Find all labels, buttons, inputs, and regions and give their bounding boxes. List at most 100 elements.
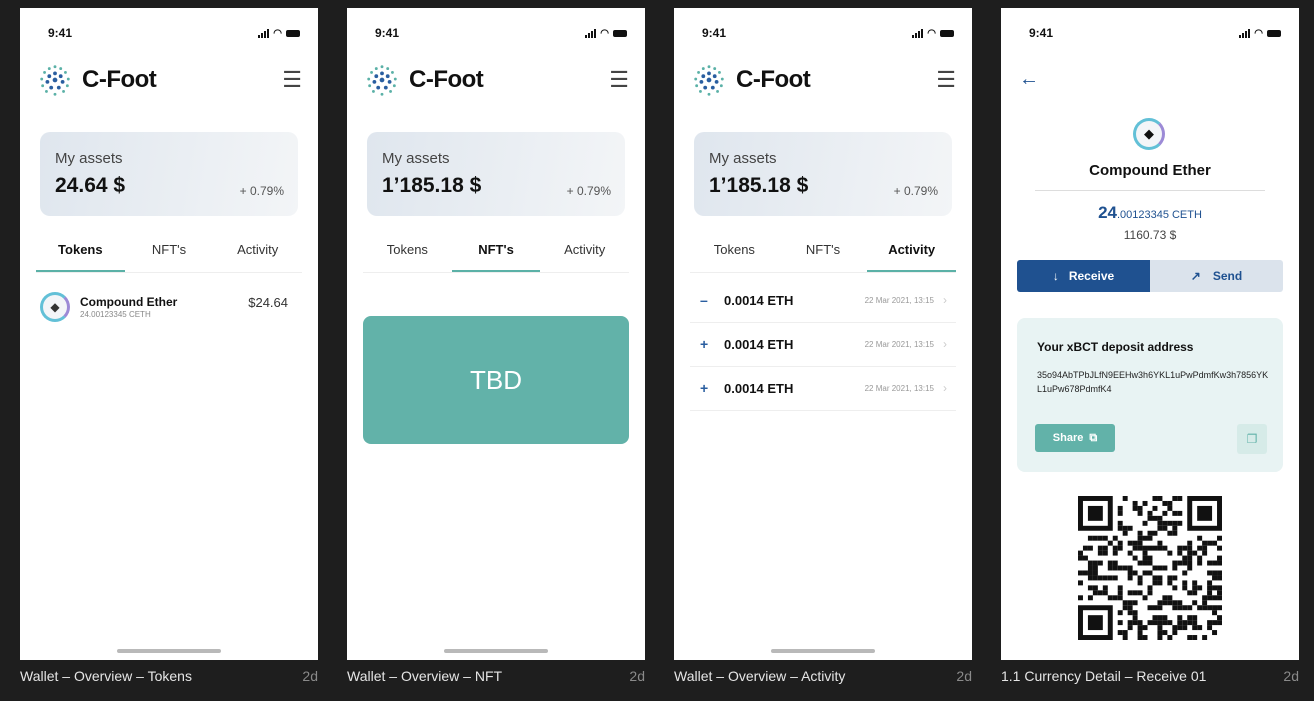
app-header: C-Foot ☰ [690, 60, 956, 100]
battery-icon [286, 29, 300, 37]
activity-date: 22 Mar 2021, 13:15 [864, 339, 934, 349]
deposit-card: Your xBCT deposit address 35o94AbTPbJLfN… [1017, 318, 1283, 472]
coin-balance: 24.00123345 CETH [1001, 203, 1299, 223]
frame-caption: 1.1 Currency Detail – Receive 01 2d [1001, 668, 1299, 684]
qr-code [1078, 496, 1222, 640]
assets-label: My assets [382, 150, 450, 167]
battery-icon [613, 29, 627, 37]
tab-tokens[interactable]: Tokens [36, 242, 125, 272]
activity-row[interactable]: – 0.0014 ETH 22 Mar 2021, 13:15 › [690, 278, 956, 323]
signal-icon [258, 28, 270, 38]
arrow-down-icon: ↓ [1052, 269, 1059, 283]
frame-caption: Wallet – Overview – Tokens 2d [20, 668, 318, 684]
app-header: C-Foot ☰ [36, 60, 302, 100]
phone-frame: 9:41 ◠ ← ◆ Compound Ether 24.00123345 CET… [1001, 8, 1299, 660]
assets-change: + 0.79% [566, 184, 611, 198]
tab-tokens[interactable]: Tokens [363, 242, 452, 272]
token-balance: 24.00123345 CETH [80, 310, 151, 319]
signal-icon [912, 28, 924, 38]
assets-card: My assets 1’185.18 $ + 0.79% [367, 132, 625, 216]
brand-logo: C-Foot [690, 61, 811, 99]
balance-integer: 24 [1098, 203, 1117, 222]
frame-title: Wallet – Overview – Activity [674, 668, 846, 684]
token-name: Compound Ether [80, 295, 178, 309]
external-link-icon: ⧉ [1089, 431, 1098, 444]
assets-change: + 0.79% [239, 184, 284, 198]
token-row[interactable]: ◆ Compound Ether 24.00123345 CETH $24.64 [40, 290, 298, 326]
activity-date: 22 Mar 2021, 13:15 [864, 295, 934, 305]
overview-tabs: Tokens NFT's Activity [36, 242, 302, 273]
hamburger-icon[interactable]: ☰ [609, 67, 629, 93]
frame-age: 2d [956, 668, 972, 684]
phone-frame: 9:41 ◠ C-Foot ☰ My assets 1’185.18 $ + 0… [674, 8, 972, 660]
send-label: Send [1212, 269, 1243, 283]
screen-nft: 9:41 ◠ C-Foot ☰ My assets 1’185.18 $ + 0… [347, 0, 645, 701]
home-indicator[interactable] [771, 649, 875, 653]
activity-date: 22 Mar 2021, 13:15 [864, 383, 934, 393]
divider [1035, 190, 1265, 191]
hamburger-icon[interactable]: ☰ [936, 67, 956, 93]
screen-activity: 9:41 ◠ C-Foot ☰ My assets 1’185.18 $ + 0… [674, 0, 972, 701]
frame-age: 2d [629, 668, 645, 684]
brand-name: C-Foot [736, 66, 811, 93]
phone-frame: 9:41 ◠ C-Foot ☰ My assets 1’185.18 $ + 0… [347, 8, 645, 660]
frame-age: 2d [1283, 668, 1299, 684]
globe-logo-icon [367, 65, 397, 96]
brand-logo: C-Foot [36, 61, 157, 99]
wifi-icon: ◠ [1254, 27, 1263, 39]
send-button[interactable]: ↗ Send [1150, 260, 1283, 292]
receive-label: Receive [1068, 269, 1115, 283]
wifi-icon: ◠ [273, 27, 282, 39]
balance-fraction: .00123345 [1116, 209, 1169, 221]
tab-activity[interactable]: Activity [540, 242, 629, 272]
activity-amount: 0.0014 ETH [724, 380, 794, 396]
activity-row[interactable]: + 0.0014 ETH 22 Mar 2021, 13:15 › [690, 322, 956, 367]
hamburger-icon[interactable]: ☰ [282, 67, 302, 93]
chevron-right-icon: › [943, 381, 947, 395]
assets-label: My assets [709, 150, 777, 167]
status-bar: 9:41 ◠ [702, 26, 954, 40]
share-button[interactable]: Share ⧉ [1035, 424, 1115, 452]
frame-title: Wallet – Overview – Tokens [20, 668, 192, 684]
chevron-right-icon: › [943, 337, 947, 351]
app-header: C-Foot ☰ [363, 60, 629, 100]
wifi-icon: ◠ [600, 27, 609, 39]
nft-placeholder: TBD [363, 316, 629, 444]
activity-sign: + [700, 380, 709, 396]
copy-icon[interactable]: ❐ [1237, 424, 1267, 454]
brand-name: C-Foot [82, 66, 157, 93]
ether-coin-icon: ◆ [40, 292, 70, 322]
activity-amount: 0.0014 ETH [724, 292, 794, 308]
tab-activity[interactable]: Activity [213, 242, 302, 272]
assets-card: My assets 1’185.18 $ + 0.79% [694, 132, 952, 216]
activity-sign: – [700, 292, 708, 308]
coin-name: Compound Ether [1089, 162, 1211, 179]
home-indicator[interactable] [117, 649, 221, 653]
assets-card: My assets 24.64 $ + 0.79% [40, 132, 298, 216]
home-indicator[interactable] [444, 649, 548, 653]
arrow-up-right-icon: ↗ [1190, 269, 1201, 283]
activity-row[interactable]: + 0.0014 ETH 22 Mar 2021, 13:15 › [690, 366, 956, 411]
tab-nfts[interactable]: NFT's [451, 242, 541, 272]
arrow-left-icon[interactable]: ← [1019, 68, 1039, 91]
tab-nfts[interactable]: NFT's [125, 242, 214, 272]
receive-button[interactable]: ↓ Receive [1017, 260, 1150, 292]
signal-icon [1239, 28, 1251, 38]
frame-title: 1.1 Currency Detail – Receive 01 [1001, 668, 1207, 684]
screen-currency-detail: 9:41 ◠ ← ◆ Compound Ether 24.00123345 CET… [1001, 0, 1299, 701]
assets-value: 1’185.18 $ [382, 174, 482, 197]
signal-icon [585, 28, 597, 38]
receive-send-toggle: ↓ Receive ↗ Send [1017, 260, 1283, 292]
tab-nfts[interactable]: NFT's [779, 242, 868, 272]
screen-tokens: 9:41 ◠ C-Foot ☰ My assets 24.64 $ + 0.79… [20, 0, 318, 701]
assets-value: 24.64 $ [55, 174, 126, 197]
tab-activity[interactable]: Activity [867, 242, 957, 272]
overview-tabs: Tokens NFT's Activity [690, 242, 957, 273]
share-label: Share [1052, 432, 1084, 444]
brand-name: C-Foot [409, 66, 484, 93]
balance-unit: CETH [1171, 209, 1202, 221]
status-time: 9:41 [48, 26, 73, 40]
battery-icon [1267, 29, 1281, 37]
tab-tokens[interactable]: Tokens [690, 242, 779, 272]
deposit-title: Your xBCT deposit address [1037, 340, 1194, 354]
